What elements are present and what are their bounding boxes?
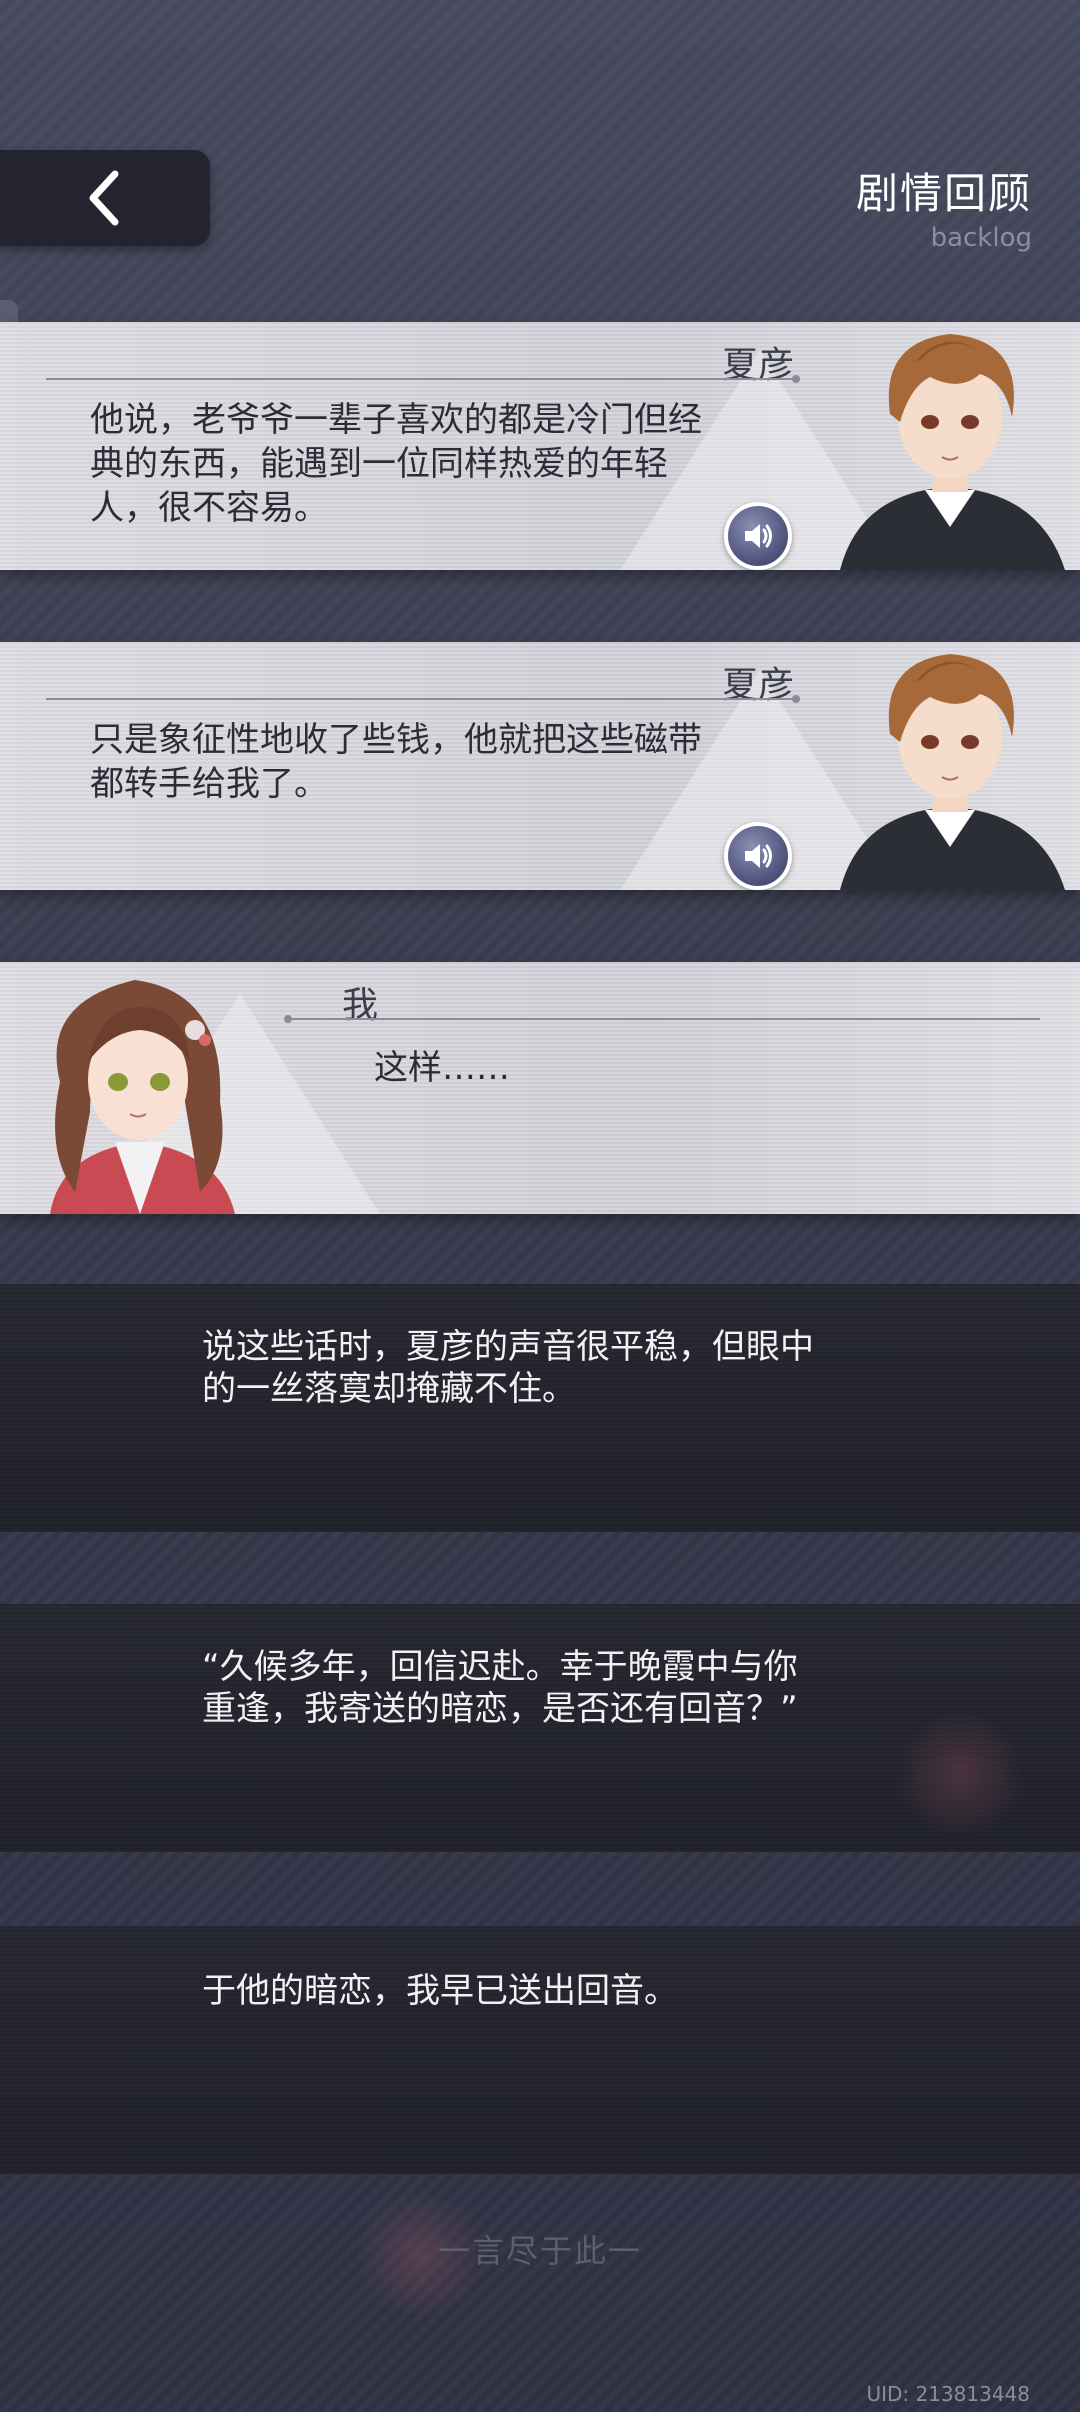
dialogue-card: 夏彦 只是象征性地收了些钱，他就把这些磁带 都转手给我了。: [0, 642, 1080, 890]
dialogue-line: 都转手给我了。: [90, 764, 328, 804]
voice-replay-button[interactable]: [724, 502, 792, 570]
male-character-portrait: [820, 642, 1080, 890]
narration-line: 于他的暗恋，我早已送出回音。: [202, 1971, 678, 2011]
speaker-name: 我: [342, 985, 379, 1026]
narration-line: 的一丝落寞却掩藏不住。: [202, 1369, 576, 1409]
back-button[interactable]: [0, 150, 210, 246]
narration-block: 于他的暗恋，我早已送出回音。: [0, 1926, 1080, 2174]
narration-line: 说这些话时，夏彦的声音很平稳，但眼中: [202, 1327, 814, 1367]
dialogue-line: 只是象征性地收了些钱，他就把这些磁带: [90, 720, 702, 760]
voice-replay-button[interactable]: [724, 822, 792, 890]
page-subtitle: backlog: [930, 223, 1032, 253]
female-character-portrait: [20, 962, 260, 1214]
narration-line: “久候多年，回信迟赴。幸于晚霞中与你: [202, 1647, 798, 1687]
speaker-name: 夏彦: [721, 345, 794, 386]
chevron-left-icon: [89, 170, 119, 226]
dialogue-card: 夏彦 他说，老爷爷一辈子喜欢的都是冷门但经 典的东西，能遇到一位同样热爱的年轻 …: [0, 322, 1080, 570]
decorative-glow: [890, 1714, 1030, 1834]
speaker-icon: [745, 844, 772, 868]
dialogue-line: 这样……: [374, 1048, 510, 1088]
male-character-portrait: [820, 322, 1080, 570]
narration-line: 重逢，我寄送的暗恋，是否还有回音？”: [202, 1689, 798, 1729]
name-divider: [46, 695, 800, 703]
page-title: 剧情回顾: [855, 169, 1032, 218]
dialogue-line: 人，很不容易。: [90, 488, 328, 528]
title-block: 剧情回顾 backlog: [856, 160, 1032, 253]
end-of-log-text: 一言尽于此一: [437, 2232, 642, 2270]
name-divider: [284, 1015, 1040, 1023]
narration-block: “久候多年，回信迟赴。幸于晚霞中与你 重逢，我寄送的暗恋，是否还有回音？”: [0, 1604, 1080, 1852]
narration-block: 说这些话时，夏彦的声音很平稳，但眼中 的一丝落寞却掩藏不住。: [0, 1284, 1080, 1532]
speaker-icon: [745, 524, 772, 548]
speaker-name: 夏彦: [721, 665, 794, 706]
dialogue-line: 典的东西，能遇到一位同样热爱的年轻: [90, 444, 668, 484]
header: 剧情回顾 backlog: [0, 0, 1080, 300]
uid-label: UID: 213813448: [866, 2382, 1030, 2406]
name-divider: [46, 375, 800, 383]
dialogue-line: 他说，老爷爷一辈子喜欢的都是冷门但经: [90, 400, 702, 440]
dialogue-card: 我 这样……: [0, 962, 1080, 1214]
